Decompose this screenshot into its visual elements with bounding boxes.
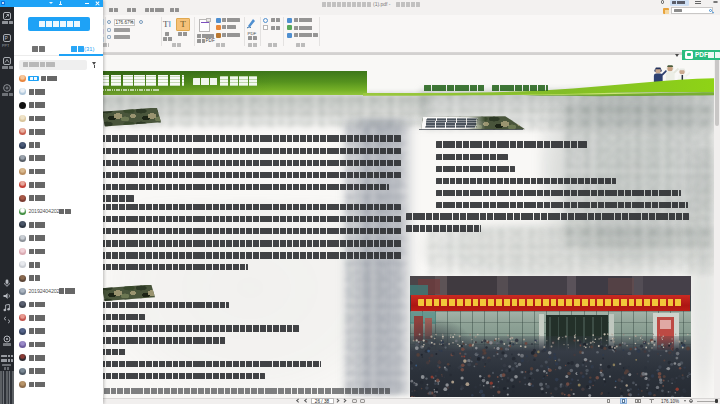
svg-text:P: P [5, 35, 9, 41]
